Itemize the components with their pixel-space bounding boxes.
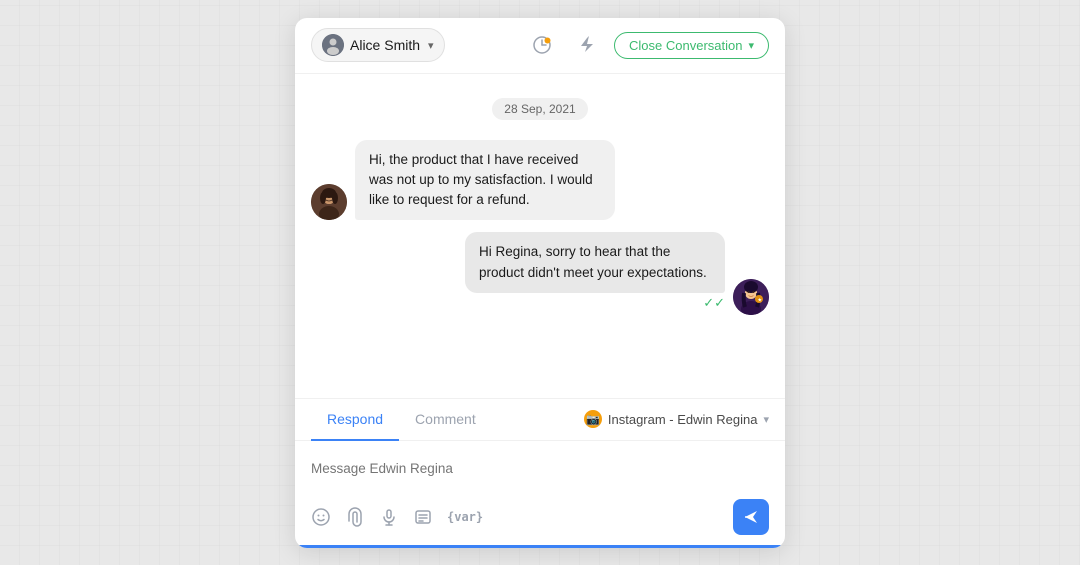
reminder-icon-button[interactable] [526,29,558,61]
message-bubble: Hi Regina, sorry to hear that the produc… [465,232,725,293]
contact-name: Alice Smith [350,37,420,53]
header-right: Close Conversation ▾ [526,29,769,61]
inbox-selector[interactable]: 📷 Instagram - Edwin Regina ▾ [584,410,769,428]
chat-header: Alice Smith ▾ Close Conversation [295,18,785,74]
table-row: ★ Hi Regina, sorry to hear that the prod… [311,232,769,315]
table-row: Hi, the product that I have received was… [311,140,769,221]
template-button[interactable] [413,507,433,527]
close-conversation-button[interactable]: Close Conversation ▾ [614,32,769,59]
message-toolbar: {var} [295,493,785,545]
contact-avatar-small [322,34,344,56]
avatar: ★ [733,279,769,315]
read-receipt-icon: ✓✓ [703,295,725,311]
date-separator: 28 Sep, 2021 [311,98,769,120]
toolbar-left: {var} [311,507,483,527]
message-text: Hi, the product that I have received was… [369,152,593,208]
avatar [311,184,347,220]
attachment-button[interactable] [345,507,365,527]
send-button[interactable] [733,499,769,535]
contact-selector[interactable]: Alice Smith ▾ [311,28,445,62]
message-input[interactable] [311,451,769,487]
lightning-icon-button[interactable] [570,29,602,61]
audio-button[interactable] [379,507,399,527]
messages-area: 28 Sep, 2021 [295,74,785,398]
message-text: Hi Regina, sorry to hear that the produc… [479,244,707,279]
date-badge: 28 Sep, 2021 [492,98,587,120]
tab-buttons: Respond Comment [311,399,492,440]
bottom-accent-line [295,545,785,548]
emoji-button[interactable] [311,507,331,527]
tab-comment[interactable]: Comment [399,399,492,441]
inbox-chevron-icon: ▾ [763,413,769,426]
svg-text:★: ★ [758,297,763,303]
close-conversation-label: Close Conversation [629,38,742,53]
header-left: Alice Smith ▾ [311,28,445,62]
reply-tabs: Respond Comment 📷 Instagram - Edwin Regi… [295,399,785,441]
chat-window: Alice Smith ▾ Close Conversation [295,18,785,548]
message-bubble: Hi, the product that I have received was… [355,140,615,221]
close-chevron-icon: ▾ [748,39,754,52]
inbox-label: Instagram - Edwin Regina [608,412,758,427]
inbox-platform-icon: 📷 [584,410,602,428]
tab-respond[interactable]: Respond [311,399,399,441]
reply-area: Respond Comment 📷 Instagram - Edwin Regi… [295,398,785,545]
variable-button[interactable]: {var} [447,510,483,524]
message-input-area [295,441,785,493]
chevron-down-icon: ▾ [428,39,434,52]
